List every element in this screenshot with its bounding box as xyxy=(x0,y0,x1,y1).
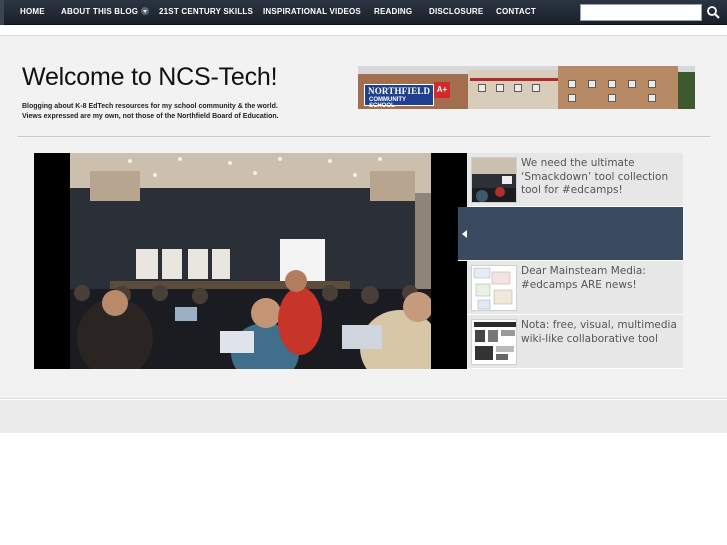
nav-left-cap xyxy=(0,0,4,25)
slider-item[interactable]: We need the ultimate ‘Smackdown’ tool co… xyxy=(467,153,683,207)
nav-item-inspirational-videos[interactable]: INSPIRATIONAL VIDEOS xyxy=(263,0,361,25)
school-banner-image: NORTHFIELD COMMUNITY SCHOOL A+ xyxy=(358,66,695,109)
tagline-line-1: Blogging about K-8 EdTech resources for … xyxy=(22,103,278,110)
nav-item-home[interactable]: HOME xyxy=(20,0,45,25)
slide-thumbnail xyxy=(471,319,517,365)
slide-thumbnail xyxy=(471,265,517,311)
banner-window xyxy=(514,84,522,92)
nav-item-disclosure[interactable]: DISCLOSURE xyxy=(429,0,483,25)
nav-item-21st-century-skills[interactable]: 21ST CENTURY SKILLS xyxy=(159,0,253,25)
site-title[interactable]: Welcome to NCS-Tech! xyxy=(22,63,278,92)
banner-window xyxy=(588,80,596,88)
header-divider xyxy=(18,136,710,137)
site-tagline: Blogging about K-8 EdTech resources for … xyxy=(22,102,279,122)
school-logo: A+ xyxy=(434,82,450,98)
conference-room-photo xyxy=(70,153,431,369)
tagline-line-2: Views expressed are my own, not those of… xyxy=(22,113,279,120)
banner-red-stripe xyxy=(470,78,558,81)
nav-item-reading[interactable]: READING xyxy=(374,0,412,25)
slider-thumbnail-list: We need the ultimate ‘Smackdown’ tool co… xyxy=(458,153,683,369)
slide-title: Dear Mainsteam Media: #edcamps ARE news! xyxy=(521,265,646,291)
top-navigation-bar: HOME ABOUT THIS BLOG 21ST CENTURY SKILLS… xyxy=(0,0,727,25)
slider-item[interactable]: Nota: free, visual, multimedia wiki-like… xyxy=(467,315,683,369)
banner-window xyxy=(608,80,616,88)
nav-item-about-label: ABOUT THIS BLOG xyxy=(61,7,139,16)
banner-window xyxy=(478,84,486,92)
school-sign-name: NORTHFIELD xyxy=(368,86,431,96)
nav-item-contact[interactable]: CONTACT xyxy=(496,0,536,25)
slide-thumbnail-drawing xyxy=(472,158,516,202)
banner-window xyxy=(532,84,540,92)
banner-window xyxy=(608,94,616,102)
banner-window xyxy=(568,80,576,88)
caret-left-icon xyxy=(462,230,467,238)
main-content-panel: Welcome to NCS-Tech! Blogging about K-8 … xyxy=(0,35,727,399)
slide-title: Nota: free, visual, multimedia wiki-like… xyxy=(521,319,677,345)
banner-window xyxy=(648,94,656,102)
search-icon[interactable] xyxy=(706,5,721,20)
school-sign: NORTHFIELD COMMUNITY SCHOOL xyxy=(364,84,434,109)
conference-photo-drawing xyxy=(70,153,431,369)
footer-band xyxy=(0,400,727,433)
banner-window xyxy=(648,80,656,88)
chevron-down-icon[interactable] xyxy=(141,7,150,15)
slider-item-active[interactable] xyxy=(458,207,683,261)
banner-window xyxy=(496,84,504,92)
slide-thumbnail-drawing xyxy=(473,267,513,310)
slide-thumbnail-drawing xyxy=(474,322,516,360)
search-input[interactable] xyxy=(580,4,702,21)
banner-window xyxy=(628,80,636,88)
slide-title: We need the ultimate ‘Smackdown’ tool co… xyxy=(521,157,669,196)
school-sign-subtitle: COMMUNITY SCHOOL xyxy=(369,97,406,109)
banner-building-right xyxy=(558,66,678,109)
slider-item[interactable]: Dear Mainsteam Media: #edcamps ARE news! xyxy=(467,261,683,315)
banner-window xyxy=(568,94,576,102)
nav-item-about-this-blog[interactable]: ABOUT THIS BLOG xyxy=(61,0,150,25)
slide-thumbnail xyxy=(471,157,517,203)
banner-tree xyxy=(678,72,695,109)
featured-slide-image[interactable] xyxy=(34,153,467,369)
